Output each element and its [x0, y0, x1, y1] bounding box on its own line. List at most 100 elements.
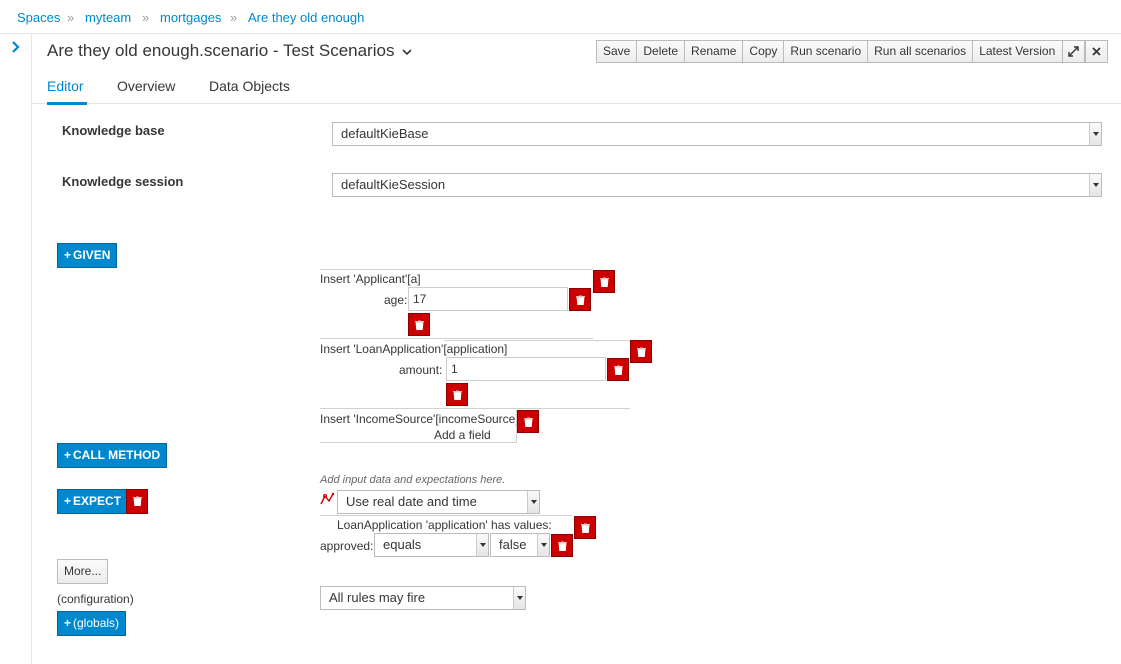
- field-label-age: age:: [384, 293, 408, 307]
- expect-button-label: EXPECT: [73, 494, 122, 508]
- close-button[interactable]: [1085, 40, 1108, 63]
- dropdown-arrow-icon: [513, 587, 525, 609]
- date-time-icon: [320, 492, 335, 505]
- page-title-text: Are they old enough.scenario - Test Scen…: [47, 41, 395, 60]
- rules-fire-select[interactable]: All rules may fire: [320, 586, 526, 610]
- given-button[interactable]: + GIVEN: [57, 243, 118, 268]
- knowledge-base-select[interactable]: defaultKieBase: [332, 122, 1102, 146]
- breadcrumb-separator: »: [142, 10, 150, 25]
- amount-input[interactable]: 1: [446, 357, 606, 381]
- expectations-hint: Add input data and expectations here.: [320, 474, 506, 486]
- delete-field-button[interactable]: [569, 288, 591, 311]
- fact-header-incomesource: Insert 'IncomeSource'[incomeSource]: [320, 412, 519, 426]
- active-tab-indicator: [47, 102, 87, 105]
- age-input[interactable]: 17: [408, 287, 568, 311]
- run-all-scenarios-button[interactable]: Run all scenarios: [867, 40, 973, 63]
- configuration-label: (configuration): [57, 592, 134, 606]
- date-mode-value: Use real date and time: [346, 494, 477, 509]
- expand-icon: [1068, 46, 1079, 57]
- knowledge-session-label: Knowledge session: [62, 174, 184, 189]
- trash-icon: [133, 496, 142, 506]
- tab-overview[interactable]: Overview: [117, 78, 175, 94]
- dropdown-arrow-icon: [1089, 123, 1101, 145]
- plus-icon: +: [64, 448, 72, 462]
- delete-fact-button[interactable]: [517, 410, 539, 433]
- plus-icon: +: [64, 494, 72, 508]
- field-label-amount: amount:: [399, 363, 443, 377]
- delete-column-button[interactable]: [446, 383, 468, 406]
- breadcrumb-myteam[interactable]: myteam: [85, 10, 131, 25]
- delete-expectation-button[interactable]: [574, 516, 596, 539]
- divider: [320, 442, 517, 443]
- globals-button[interactable]: + (globals): [57, 611, 127, 636]
- delete-fact-button[interactable]: [630, 340, 652, 363]
- trash-icon: [614, 365, 623, 375]
- trash-icon: [415, 320, 424, 330]
- delete-field-button[interactable]: [551, 534, 573, 557]
- call-method-button-label: CALL METHOD: [73, 448, 161, 462]
- delete-fact-button[interactable]: [593, 270, 615, 293]
- delete-button[interactable]: Delete: [636, 40, 685, 63]
- breadcrumb-separator: »: [67, 10, 75, 25]
- dropdown-arrow-icon: [527, 491, 539, 513]
- chevron-right-icon[interactable]: [9, 40, 23, 54]
- knowledge-base-value: defaultKieBase: [341, 126, 429, 141]
- delete-expect-button[interactable]: [126, 489, 148, 514]
- copy-button[interactable]: Copy: [742, 40, 784, 63]
- operator-value: equals: [383, 537, 422, 552]
- expect-button[interactable]: + EXPECT: [57, 489, 129, 514]
- latest-version-label: Latest Version: [979, 44, 1056, 58]
- delete-column-button[interactable]: [408, 313, 430, 336]
- trash-icon: [453, 390, 462, 400]
- tab-data-objects[interactable]: Data Objects: [209, 78, 290, 94]
- plus-icon: +: [64, 616, 72, 630]
- editor-tabs: [32, 70, 1121, 104]
- close-icon: [1092, 47, 1101, 56]
- maximize-button[interactable]: [1062, 40, 1085, 63]
- fact-header-applicant: Insert 'Applicant'[a]: [320, 272, 421, 286]
- breadcrumb-current[interactable]: Are they old enough: [248, 10, 364, 25]
- latest-version-dropdown[interactable]: Latest Version: [972, 40, 1076, 63]
- dropdown-arrow-icon: [1089, 174, 1101, 196]
- dropdown-arrow-icon: [476, 534, 488, 556]
- expected-value-select[interactable]: false: [490, 533, 550, 557]
- plus-icon: +: [64, 248, 72, 262]
- breadcrumb-separator: »: [230, 10, 238, 25]
- given-button-label: GIVEN: [73, 248, 111, 262]
- call-method-button[interactable]: + CALL METHOD: [57, 443, 168, 468]
- knowledge-session-select[interactable]: defaultKieSession: [332, 173, 1102, 197]
- fact-header-loanapplication: Insert 'LoanApplication'[application]: [320, 342, 508, 356]
- run-scenario-button[interactable]: Run scenario: [783, 40, 868, 63]
- trash-icon: [558, 541, 567, 551]
- knowledge-session-value: defaultKieSession: [341, 177, 446, 192]
- dropdown-arrow-icon: [537, 534, 549, 556]
- operator-select[interactable]: equals: [374, 533, 489, 557]
- divider: [320, 515, 572, 516]
- left-panel-collapsed: [0, 34, 32, 664]
- divider: [320, 408, 630, 409]
- breadcrumb-spaces[interactable]: Spaces: [17, 10, 60, 25]
- breadcrumb-mortgages[interactable]: mortgages: [160, 10, 221, 25]
- more-button[interactable]: More...: [57, 559, 109, 584]
- knowledge-base-label: Knowledge base: [62, 123, 165, 138]
- chevron-down-icon[interactable]: [402, 48, 412, 56]
- save-button[interactable]: Save: [596, 40, 637, 63]
- expect-fact-header: LoanApplication 'application' has values…: [337, 518, 552, 532]
- rules-fire-value: All rules may fire: [329, 590, 426, 605]
- trash-icon: [576, 295, 585, 305]
- expected-value: false: [499, 537, 527, 552]
- page-title[interactable]: Are they old enough.scenario - Test Scen…: [47, 41, 412, 61]
- field-label-approved: approved:: [320, 539, 374, 553]
- globals-button-label: (globals): [73, 616, 120, 630]
- trash-icon: [581, 523, 590, 533]
- rename-button[interactable]: Rename: [684, 40, 743, 63]
- divider: [444, 340, 630, 341]
- trash-icon: [600, 277, 609, 287]
- add-field-link[interactable]: Add a field: [434, 428, 491, 442]
- trash-icon: [637, 347, 646, 357]
- delete-field-button[interactable]: [607, 358, 629, 381]
- breadcrumb: Spaces » myteam » mortgages » Are they o…: [0, 0, 1121, 34]
- tab-editor[interactable]: Editor: [47, 78, 84, 94]
- date-mode-select[interactable]: Use real date and time: [337, 490, 540, 514]
- editor-toolbar: Save Delete Rename Copy Run scenario Run…: [596, 40, 1076, 64]
